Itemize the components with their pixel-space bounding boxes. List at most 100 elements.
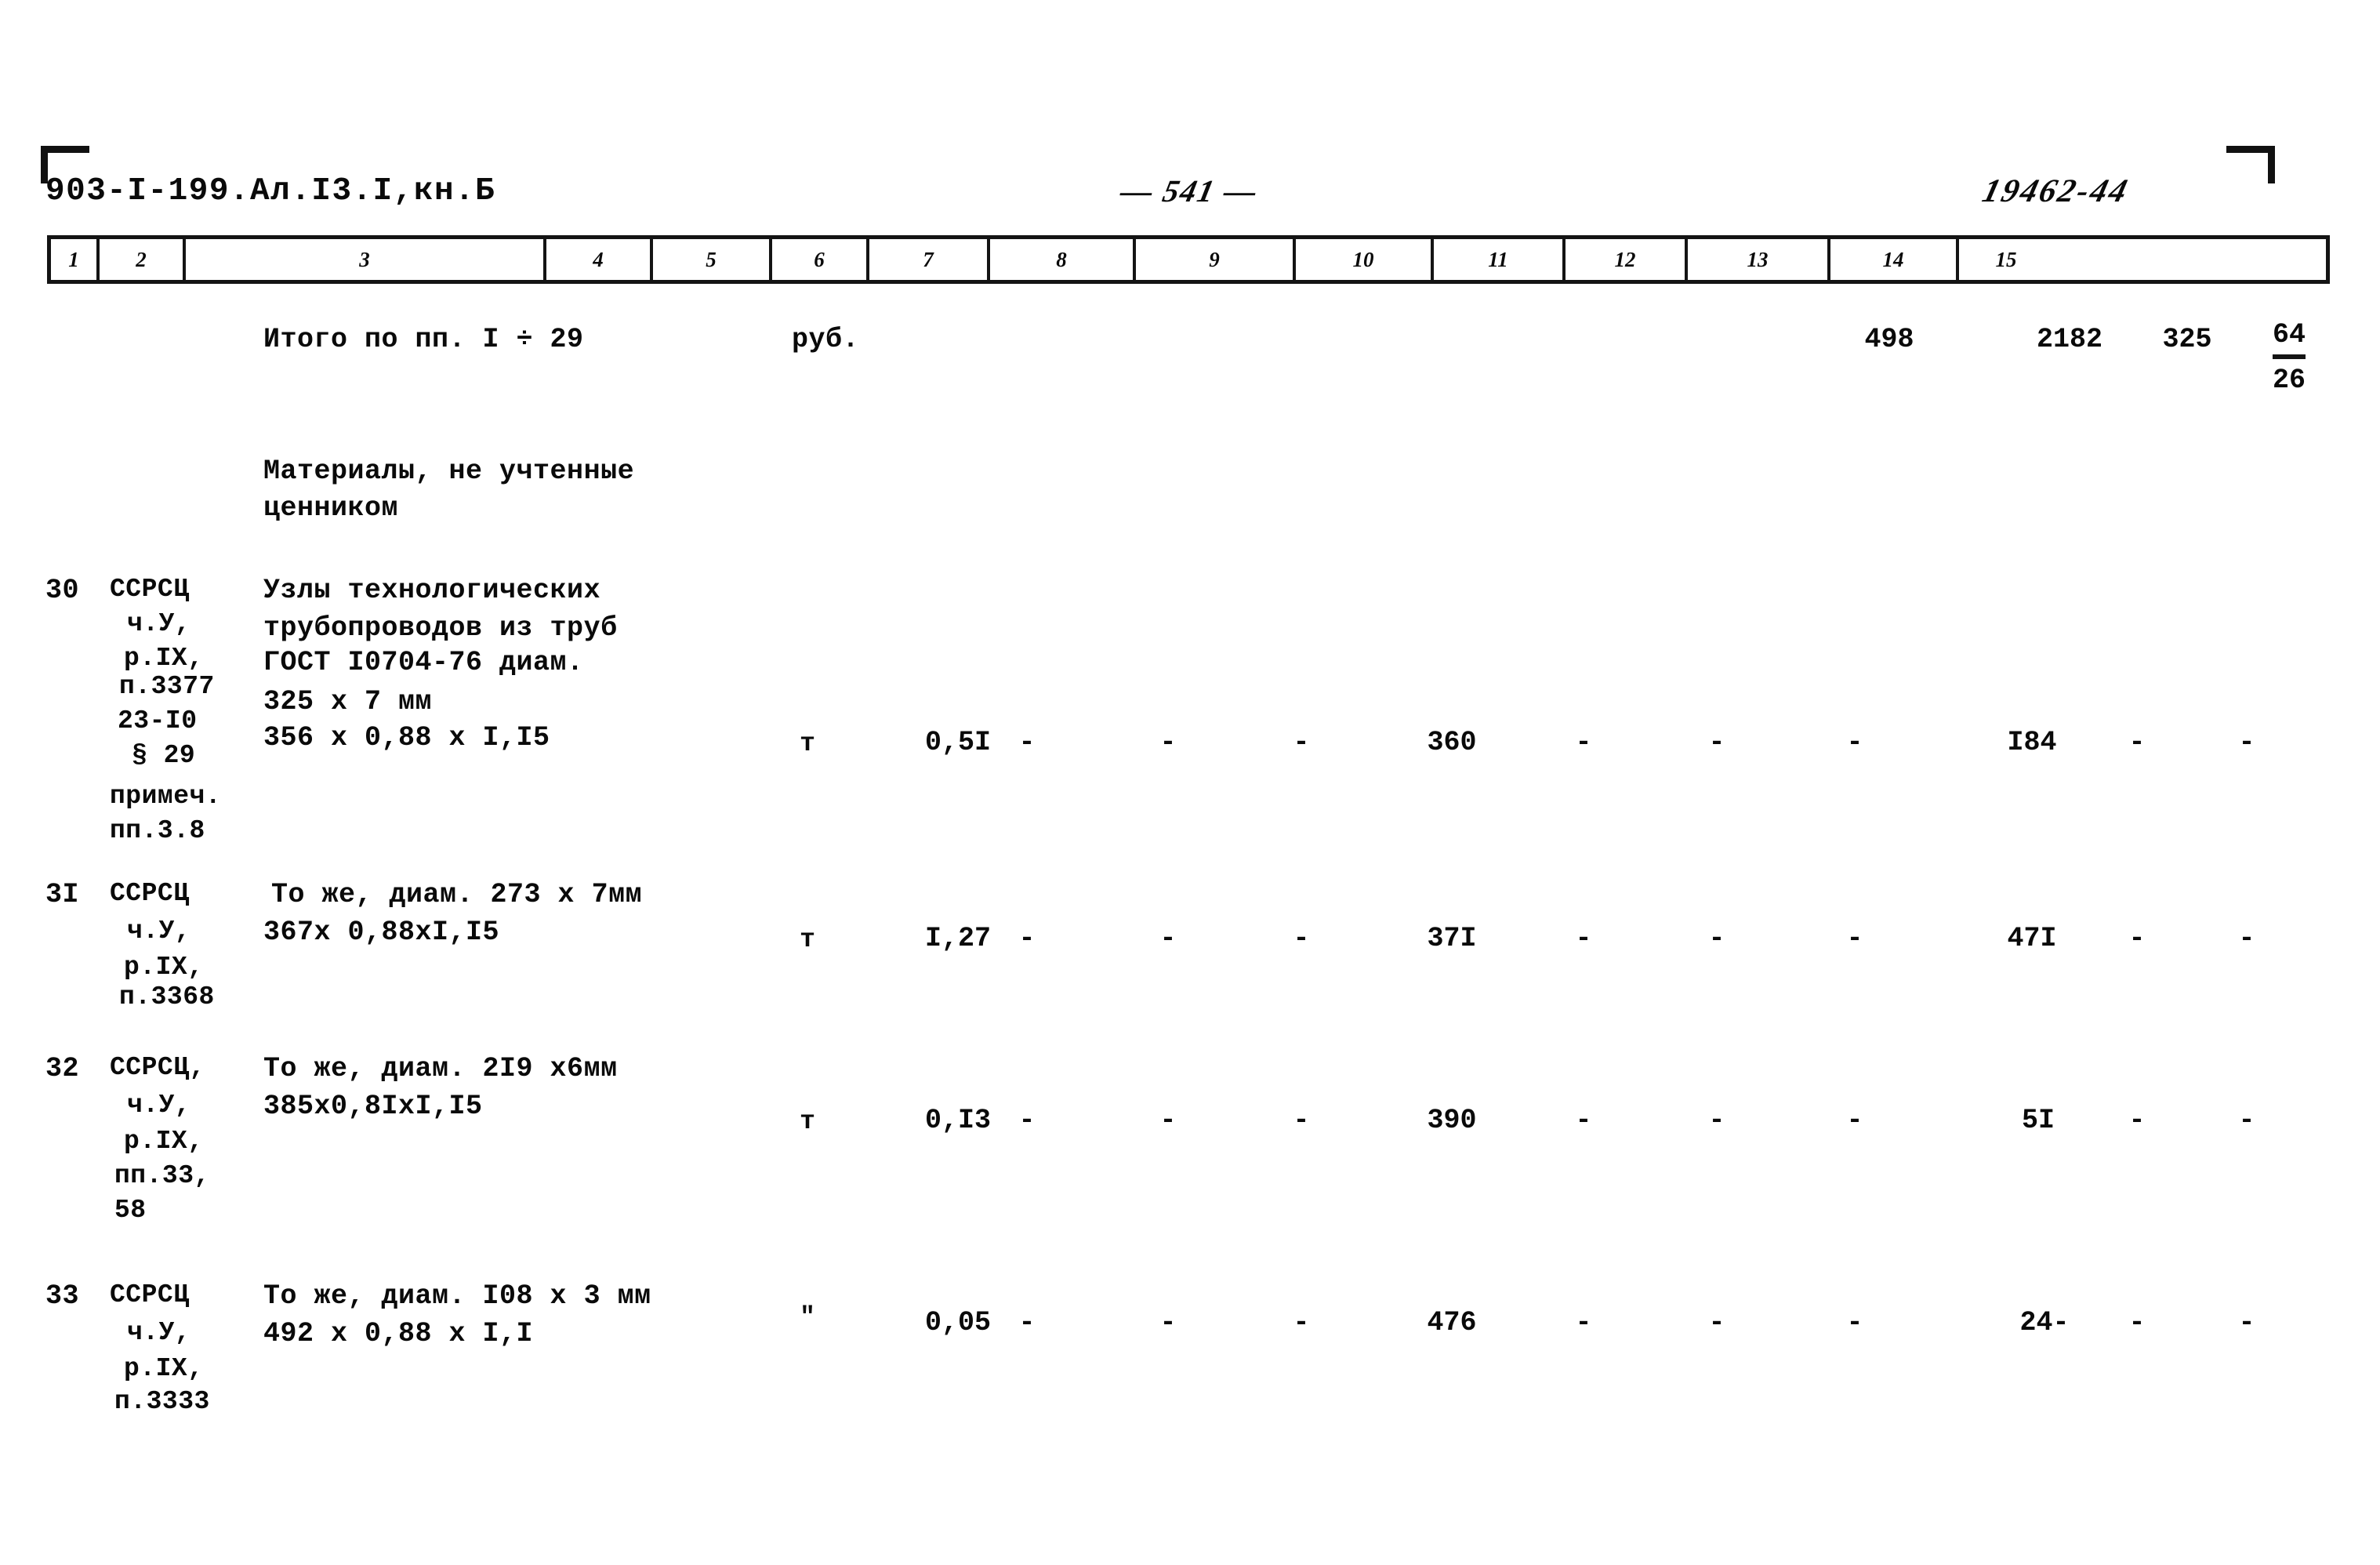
section-title-line1: Материалы, не учтенные <box>263 456 635 487</box>
row-33-desc-line-2: 492 х 0,88 х I,I <box>263 1318 534 1349</box>
row-32-col14: - <box>2128 1105 2146 1136</box>
row-32-col9: 390 <box>1427 1105 1477 1136</box>
row-30-col14: - <box>2128 727 2146 758</box>
row-30-col7: - <box>1159 727 1177 758</box>
column-header-9: 9 <box>1136 239 1296 280</box>
row-31-col9: 37I <box>1427 923 1477 954</box>
column-header-6: 6 <box>772 239 869 280</box>
column-header-11: 11 <box>1434 239 1566 280</box>
column-header-15: 15 <box>1995 247 2017 271</box>
row-31-col11: - <box>1708 923 1725 954</box>
row-32-col10: - <box>1575 1105 1592 1136</box>
total-row-col15-denominator: 26 <box>2272 365 2306 396</box>
row-30-col10: - <box>1575 727 1592 758</box>
row-30-desc-line-5: 356 х 0,88 х I,I5 <box>263 722 550 753</box>
row-33-code-line-4: п.3333 <box>114 1387 210 1416</box>
row-31-desc-line-2: 367х 0,88хI,I5 <box>263 917 500 948</box>
row-32-code-line-2: ч.У, <box>127 1091 191 1120</box>
total-row-col13: 2182 <box>2036 324 2103 355</box>
row-number-32: 32 <box>45 1053 80 1084</box>
column-header-4: 4 <box>546 239 653 280</box>
row-30-code-line-4: п.3377 <box>119 672 215 701</box>
section-title-line2: ценником <box>263 492 399 524</box>
row-31-col8: - <box>1293 923 1310 954</box>
row-32-code-line-3: р.IХ, <box>124 1127 204 1156</box>
row-31-col10: - <box>1575 923 1592 954</box>
row-32-code-line-4: пп.33, <box>114 1161 210 1190</box>
row-30-col9: 360 <box>1427 727 1477 758</box>
column-header-7: 7 <box>869 239 990 280</box>
row-33-col11: - <box>1708 1307 1725 1338</box>
row-number-33: 33 <box>45 1280 80 1312</box>
row-33-code-line-1: ССРСЦ <box>110 1280 190 1309</box>
column-header-5: 5 <box>653 239 772 280</box>
row-30-code-line-5: 23-I0 <box>118 706 198 735</box>
row-33-unit: " <box>800 1303 815 1332</box>
column-header-10: 10 <box>1296 239 1434 280</box>
row-31-col14: - <box>2128 923 2146 954</box>
row-32-desc-line-2: 385х0,8IхI,I5 <box>263 1091 483 1122</box>
row-33-col12: - <box>1846 1307 1863 1338</box>
total-row-col12: 498 <box>1864 324 1914 355</box>
row-33-code-line-3: р.IХ, <box>124 1354 204 1383</box>
row-33-col10: - <box>1575 1307 1592 1338</box>
row-32-col15: - <box>2238 1105 2255 1136</box>
row-31-col6: - <box>1018 923 1036 954</box>
row-32-col7: - <box>1159 1105 1177 1136</box>
row-32-col6: - <box>1018 1105 1036 1136</box>
row-33-col6: - <box>1018 1307 1036 1338</box>
row-30-col11: - <box>1708 727 1725 758</box>
document-page: 903-I-199.Ал.I3.I,кн.Б — 541 — 19462-44 … <box>0 0 2380 1565</box>
column-header-14: 14 <box>1830 239 1959 280</box>
row-33-col8: - <box>1293 1307 1310 1338</box>
row-31-unit: т <box>800 925 815 954</box>
row-33-col7: - <box>1159 1307 1177 1338</box>
row-33-col5: 0,05 <box>924 1307 992 1338</box>
row-33-col15: - <box>2238 1307 2255 1338</box>
fraction-bar <box>2272 354 2306 359</box>
total-row-unit: руб. <box>792 324 860 355</box>
row-31-col13: 47I <box>2007 923 2057 954</box>
row-32-col13: 5I <box>2021 1105 2055 1136</box>
row-33-desc-line-1: То же, диам. I08 х 3 мм <box>263 1280 651 1312</box>
row-33-col9: 476 <box>1427 1307 1477 1338</box>
row-30-code-line-7: примеч. <box>110 782 222 811</box>
row-30-unit: т <box>800 729 815 758</box>
row-32-unit: т <box>800 1107 815 1136</box>
row-30-code-line-6: § 29 <box>132 741 196 770</box>
total-row-col14: 325 <box>2162 324 2212 355</box>
row-31-code-line-4: п.3368 <box>119 982 215 1011</box>
row-30-col15: - <box>2238 727 2255 758</box>
row-30-desc-line-1: Узлы технологических <box>263 575 601 606</box>
row-32-col8: - <box>1293 1105 1310 1136</box>
row-31-col15: - <box>2238 923 2255 954</box>
column-number-ruler: 1 2 3 4 5 6 7 8 9 10 11 12 13 14 15 <box>47 235 2330 284</box>
column-header-8: 8 <box>990 239 1136 280</box>
row-32-col5: 0,I3 <box>924 1105 992 1136</box>
column-header-13: 13 <box>1688 239 1830 280</box>
row-30-col5: 0,5I <box>924 727 992 758</box>
row-31-col5: I,27 <box>924 923 992 954</box>
row-33-col14: - <box>2128 1307 2146 1338</box>
page-number: — 541 — <box>1117 173 1261 209</box>
document-code: 903-I-199.Ал.I3.I,кн.Б <box>45 173 496 209</box>
row-32-desc-line-1: То же, диам. 2I9 х6мм <box>263 1053 618 1084</box>
row-31-col12: - <box>1846 923 1863 954</box>
row-30-code-line-1: ССРСЦ <box>110 575 190 604</box>
row-30-code-line-8: пп.3.8 <box>110 816 205 845</box>
row-30-code-line-2: ч.У, <box>127 609 191 638</box>
row-30-col8: - <box>1293 727 1310 758</box>
row-32-code-line-1: ССРСЦ, <box>110 1053 205 1082</box>
row-number-31: 3I <box>45 879 80 910</box>
row-32-code-line-5: 58 <box>114 1196 147 1225</box>
row-33-code-line-2: ч.У, <box>127 1318 191 1347</box>
row-30-col12: - <box>1846 727 1863 758</box>
row-31-code-line-2: ч.У, <box>127 917 191 946</box>
row-30-col6: - <box>1018 727 1036 758</box>
column-header-3: 3 <box>186 239 546 280</box>
row-32-col11: - <box>1708 1105 1725 1136</box>
row-31-code-line-1: ССРСЦ <box>110 879 190 908</box>
reference-number: 19462-44 <box>1979 173 2133 209</box>
row-30-desc-line-3: ГОСТ I0704-76 диам. <box>263 647 584 678</box>
total-row-col15-numerator: 64 <box>2272 319 2306 350</box>
